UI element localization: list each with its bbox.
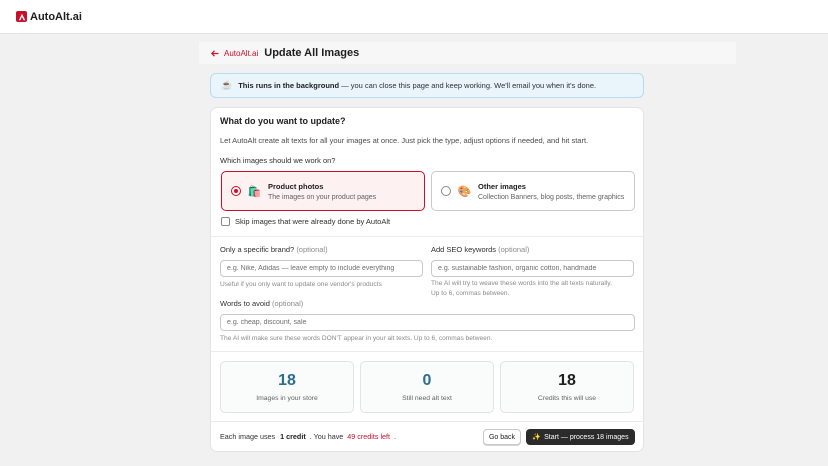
- palette-icon: 🎨: [457, 185, 472, 198]
- section-title: What do you want to update?: [220, 116, 346, 126]
- divider: [211, 351, 643, 352]
- page-title: Update All Images: [264, 47, 360, 59]
- shopping-bag-icon: 🛍️: [247, 185, 262, 198]
- seo-keywords-input[interactable]: [431, 260, 634, 277]
- option-product-photos[interactable]: 🛍️ Product photos The images on your pro…: [221, 171, 425, 211]
- banner-text: This runs in the background — you can cl…: [238, 81, 597, 90]
- option-title: Other images: [478, 181, 526, 191]
- option-other-images[interactable]: 🎨 Other images Collection Banners, blog …: [431, 171, 635, 211]
- sparkles-icon: ✨: [532, 434, 542, 441]
- credits-left: 49 credits left: [347, 432, 391, 441]
- back-link-label: AutoAlt.ai: [224, 48, 259, 58]
- stat-label: Images in your store: [256, 395, 318, 402]
- go-back-button[interactable]: Go back: [483, 429, 521, 445]
- divider: [211, 236, 643, 237]
- option-subtitle: Collection Banners, blog posts, theme gr…: [478, 193, 625, 201]
- seo-keywords-label: Add SEO keywords (optional): [431, 245, 530, 254]
- credits-summary: Each image uses 1 credit . You have 49 c…: [220, 432, 397, 441]
- brand-input[interactable]: [220, 260, 423, 277]
- update-form-card: What do you want to update? Let AutoAlt …: [210, 107, 644, 452]
- words-to-avoid-input[interactable]: [220, 314, 635, 331]
- stat-images-in-store: 18 Images in your store: [220, 361, 354, 413]
- stat-value: 18: [278, 372, 296, 389]
- top-bar: AutoAlt.ai: [0, 0, 828, 34]
- stat-still-need-alt-text: 0 Still need alt text: [360, 361, 494, 413]
- stat-value: 0: [422, 372, 432, 389]
- seo-keywords-help: The AI will try to weave these words int…: [431, 280, 612, 297]
- option-subtitle: The images on your product pages: [268, 193, 377, 201]
- option-title: Product photos: [268, 181, 324, 191]
- image-type-question: Which images should we work on?: [220, 156, 336, 165]
- skip-done-checkbox[interactable]: [221, 217, 230, 226]
- skip-done-checkbox-row[interactable]: Skip images that were already done by Au…: [221, 217, 390, 226]
- words-to-avoid-label: Words to avoid (optional): [220, 299, 304, 308]
- coffee-icon: ☕: [221, 80, 233, 90]
- app-name: AutoAlt.ai: [30, 10, 82, 23]
- words-to-avoid-help: The AI will make sure these words DON'T …: [220, 335, 493, 342]
- brand-help: Useful if you only want to update one ve…: [220, 281, 382, 288]
- start-button-label: Start — process 18 images: [544, 433, 629, 441]
- stat-label: Credits this will use: [537, 395, 597, 402]
- skip-done-label: Skip images that were already done by Au…: [235, 217, 391, 226]
- intro-text: Let AutoAlt create alt texts for all you…: [220, 136, 589, 145]
- back-link[interactable]: AutoAlt.ai: [211, 49, 258, 58]
- radio-selected[interactable]: [231, 186, 241, 196]
- divider: [211, 421, 643, 422]
- autoalt-logo-icon: [16, 11, 27, 22]
- stat-value: 18: [558, 372, 576, 389]
- start-button[interactable]: ✨ Start — process 18 images: [526, 429, 635, 445]
- radio-unselected[interactable]: [441, 186, 451, 196]
- stat-label: Still need alt text: [402, 395, 452, 402]
- stat-credits-to-use: 18 Credits this will use: [500, 361, 634, 413]
- page-header: AutoAlt.ai Update All Images: [199, 42, 736, 64]
- arrow-left-icon: [211, 49, 219, 57]
- background-info-banner: ☕ This runs in the background — you can …: [210, 73, 644, 98]
- brand-label: Only a specific brand? (optional): [220, 245, 328, 254]
